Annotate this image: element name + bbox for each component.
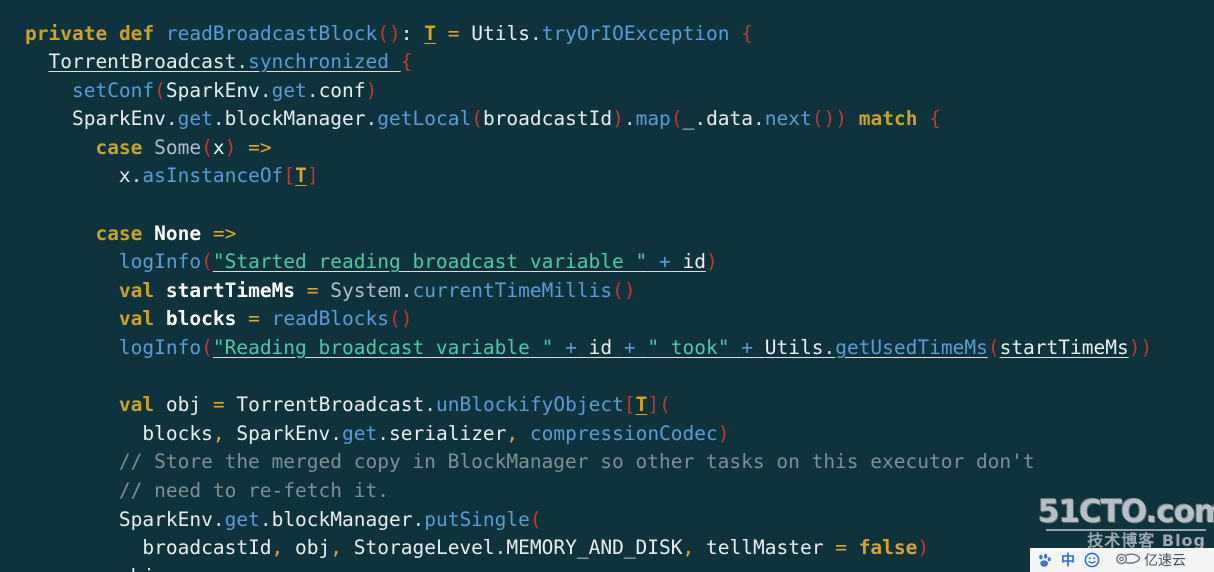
cloud-logo-icon [1115,551,1141,570]
code-editor[interactable]: private def readBroadcastBlock(): T = Ut… [0,0,1214,572]
screenshot-root: private def readBroadcastBlock(): T = Ut… [0,0,1214,572]
code-line: private def readBroadcastBlock(): T = Ut… [25,21,754,45]
code-line: case Some(x) => [95,135,272,159]
code-line: val blocks = readBlocks() [118,307,413,331]
code-line: blocks, SparkEnv.get.serializer, compres… [142,421,730,445]
code-line: logInfo("Reading broadcast variable " + … [118,336,1153,360]
brand-label: 亿速云 [1144,553,1186,569]
code-line: SparkEnv.get.blockManager.putSingle( [118,507,542,531]
code-line: case None => [95,221,237,245]
code-text-area[interactable]: private def readBroadcastBlock(): T = Ut… [25,20,1152,572]
brand-logo: 亿速云 [1115,550,1186,570]
code-line: setConf(SparkEnv.get.conf) [71,78,378,102]
smiley-icon[interactable] [1084,552,1100,568]
code-line: // Store the merged copy in BlockManager… [118,450,1035,474]
code-line: broadcastId, obj, StorageLevel.MEMORY_AN… [142,536,930,560]
ime-status-bar[interactable]: 中 亿速云 [1030,548,1214,572]
code-line: logInfo("Started reading broadcast varia… [118,250,718,274]
ime-language-mode[interactable]: 中 [1061,550,1075,570]
code-line: TorrentBroadcast.synchronized { [48,50,413,74]
code-line: SparkEnv.get.blockManager.getLocal(broad… [71,107,941,131]
paw-icon[interactable] [1037,553,1052,568]
code-line: obj [25,563,1152,572]
code-line: x.asInstanceOf[T] [118,164,319,188]
code-line: // need to re-fetch it. [118,479,389,502]
code-line: val obj = TorrentBroadcast.unBlockifyObj… [118,393,671,417]
code-line: val startTimeMs = System.currentTimeMill… [118,278,636,302]
